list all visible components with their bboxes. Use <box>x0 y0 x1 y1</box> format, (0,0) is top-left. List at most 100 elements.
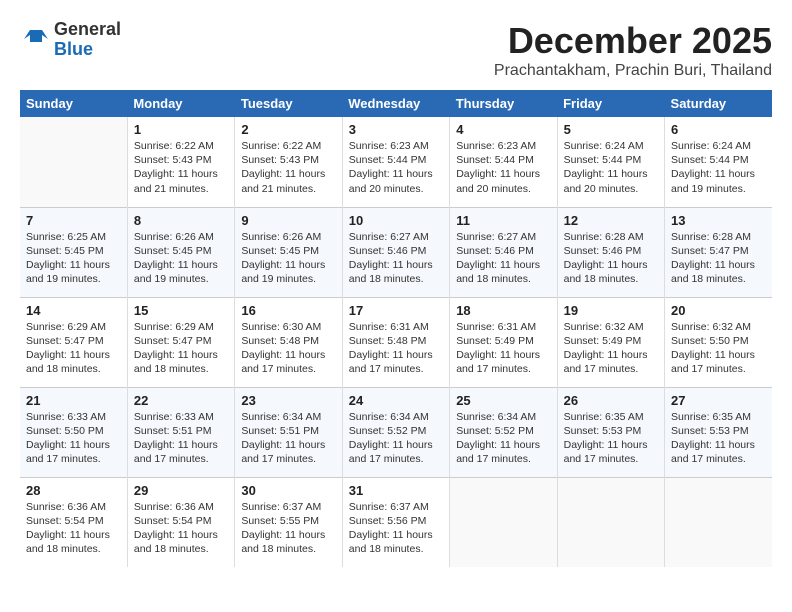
calendar-cell <box>557 477 664 567</box>
cell-info: Sunrise: 6:24 AM Sunset: 5:44 PM Dayligh… <box>564 139 658 196</box>
calendar-week-1: 1 Sunrise: 6:22 AM Sunset: 5:43 PM Daylig… <box>20 117 772 207</box>
calendar-cell: 5Sunrise: 6:24 AM Sunset: 5:44 PM Daylig… <box>557 117 664 207</box>
calendar-cell: 20 Sunrise: 6:32 AM Sunset: 5:50 PM Dayli… <box>665 297 772 387</box>
day-number: 21 <box>26 393 121 408</box>
cell-info: Sunrise: 6:23 AM Sunset: 5:44 PM Dayligh… <box>349 139 443 196</box>
cell-info: Sunrise: 6:26 AM Sunset: 5:45 PM Dayligh… <box>241 230 335 287</box>
header-friday: Friday <box>557 90 664 117</box>
day-number: 6 <box>671 122 766 137</box>
cell-info: Sunrise: 6:33 AM Sunset: 5:51 PM Dayligh… <box>134 410 228 467</box>
cell-info: Sunrise: 6:32 AM Sunset: 5:50 PM Dayligh… <box>671 320 766 377</box>
calendar-cell: 14 Sunrise: 6:29 AM Sunset: 5:47 PM Dayli… <box>20 297 127 387</box>
cell-info: Sunrise: 6:28 AM Sunset: 5:46 PM Dayligh… <box>564 230 658 287</box>
calendar-cell: 28 Sunrise: 6:36 AM Sunset: 5:54 PM Dayli… <box>20 477 127 567</box>
day-number: 13 <box>671 213 766 228</box>
day-number: 28 <box>26 483 121 498</box>
header-wednesday: Wednesday <box>342 90 449 117</box>
day-number: 23 <box>241 393 335 408</box>
cell-info: Sunrise: 6:31 AM Sunset: 5:48 PM Dayligh… <box>349 320 443 377</box>
page-header: General Blue December 2025 Prachantakham… <box>20 20 772 80</box>
cell-info: Sunrise: 6:22 AM Sunset: 5:43 PM Dayligh… <box>134 139 228 196</box>
cell-info: Sunrise: 6:34 AM Sunset: 5:51 PM Dayligh… <box>241 410 335 467</box>
day-number: 31 <box>349 483 443 498</box>
calendar-cell: 19Sunrise: 6:32 AM Sunset: 5:49 PM Dayli… <box>557 297 664 387</box>
calendar-cell: 25 Sunrise: 6:34 AM Sunset: 5:52 PM Dayli… <box>450 387 557 477</box>
calendar-cell <box>665 477 772 567</box>
cell-info: Sunrise: 6:27 AM Sunset: 5:46 PM Dayligh… <box>349 230 443 287</box>
calendar-cell <box>450 477 557 567</box>
day-number: 25 <box>456 393 550 408</box>
location-title: Prachantakham, Prachin Buri, Thailand <box>494 62 772 80</box>
day-number: 16 <box>241 303 335 318</box>
calendar-cell: 4Sunrise: 6:23 AM Sunset: 5:44 PM Daylig… <box>450 117 557 207</box>
calendar-cell: 18 Sunrise: 6:31 AM Sunset: 5:49 PM Dayli… <box>450 297 557 387</box>
calendar-cell: 12 Sunrise: 6:28 AM Sunset: 5:46 PM Dayli… <box>557 207 664 297</box>
calendar-week-3: 14 Sunrise: 6:29 AM Sunset: 5:47 PM Dayli… <box>20 297 772 387</box>
day-number: 1 <box>134 122 228 137</box>
header-sunday: Sunday <box>20 90 127 117</box>
title-block: December 2025 Prachantakham, Prachin Bur… <box>494 20 772 80</box>
cell-info: Sunrise: 6:35 AM Sunset: 5:53 PM Dayligh… <box>564 410 658 467</box>
cell-info: Sunrise: 6:24 AM Sunset: 5:44 PM Dayligh… <box>671 139 766 196</box>
month-title: December 2025 <box>494 20 772 62</box>
calendar-cell: 27Sunrise: 6:35 AM Sunset: 5:53 PM Dayli… <box>665 387 772 477</box>
day-number: 10 <box>349 213 443 228</box>
day-number: 8 <box>134 213 228 228</box>
calendar-header-row: SundayMondayTuesdayWednesdayThursdayFrid… <box>20 90 772 117</box>
calendar-week-5: 28 Sunrise: 6:36 AM Sunset: 5:54 PM Dayli… <box>20 477 772 567</box>
logo: General Blue <box>20 20 121 60</box>
calendar-cell: 6 Sunrise: 6:24 AM Sunset: 5:44 PM Daylig… <box>665 117 772 207</box>
calendar-cell: 17Sunrise: 6:31 AM Sunset: 5:48 PM Dayli… <box>342 297 449 387</box>
calendar-cell: 13 Sunrise: 6:28 AM Sunset: 5:47 PM Dayli… <box>665 207 772 297</box>
calendar-cell: 15Sunrise: 6:29 AM Sunset: 5:47 PM Dayli… <box>127 297 234 387</box>
calendar-cell: 10 Sunrise: 6:27 AM Sunset: 5:46 PM Dayli… <box>342 207 449 297</box>
cell-info: Sunrise: 6:37 AM Sunset: 5:55 PM Dayligh… <box>241 500 335 557</box>
calendar-cell: 23 Sunrise: 6:34 AM Sunset: 5:51 PM Dayli… <box>235 387 342 477</box>
cell-info: Sunrise: 6:26 AM Sunset: 5:45 PM Dayligh… <box>134 230 228 287</box>
header-monday: Monday <box>127 90 234 117</box>
day-number: 18 <box>456 303 550 318</box>
calendar-cell: 29 Sunrise: 6:36 AM Sunset: 5:54 PM Dayli… <box>127 477 234 567</box>
cell-info: Sunrise: 6:22 AM Sunset: 5:43 PM Dayligh… <box>241 139 335 196</box>
day-number: 4 <box>456 122 550 137</box>
cell-info: Sunrise: 6:34 AM Sunset: 5:52 PM Dayligh… <box>349 410 443 467</box>
cell-info: Sunrise: 6:35 AM Sunset: 5:53 PM Dayligh… <box>671 410 766 467</box>
cell-info: Sunrise: 6:33 AM Sunset: 5:50 PM Dayligh… <box>26 410 121 467</box>
calendar-cell: 8 Sunrise: 6:26 AM Sunset: 5:45 PM Daylig… <box>127 207 234 297</box>
calendar-cell: 1 Sunrise: 6:22 AM Sunset: 5:43 PM Daylig… <box>127 117 234 207</box>
cell-info: Sunrise: 6:27 AM Sunset: 5:46 PM Dayligh… <box>456 230 550 287</box>
header-saturday: Saturday <box>665 90 772 117</box>
day-number: 14 <box>26 303 121 318</box>
calendar-cell: 11Sunrise: 6:27 AM Sunset: 5:46 PM Dayli… <box>450 207 557 297</box>
cell-info: Sunrise: 6:32 AM Sunset: 5:49 PM Dayligh… <box>564 320 658 377</box>
calendar-week-2: 7 Sunrise: 6:25 AM Sunset: 5:45 PM Daylig… <box>20 207 772 297</box>
day-number: 29 <box>134 483 228 498</box>
day-number: 12 <box>564 213 658 228</box>
day-number: 7 <box>26 213 121 228</box>
cell-info: Sunrise: 6:34 AM Sunset: 5:52 PM Dayligh… <box>456 410 550 467</box>
day-number: 22 <box>134 393 228 408</box>
cell-info: Sunrise: 6:25 AM Sunset: 5:45 PM Dayligh… <box>26 230 121 287</box>
calendar-cell: 3 Sunrise: 6:23 AM Sunset: 5:44 PM Daylig… <box>342 117 449 207</box>
calendar-cell: 22 Sunrise: 6:33 AM Sunset: 5:51 PM Dayli… <box>127 387 234 477</box>
logo-blue-text: Blue <box>54 40 121 60</box>
calendar-week-4: 21 Sunrise: 6:33 AM Sunset: 5:50 PM Dayli… <box>20 387 772 477</box>
cell-info: Sunrise: 6:37 AM Sunset: 5:56 PM Dayligh… <box>349 500 443 557</box>
calendar-cell: 2Sunrise: 6:22 AM Sunset: 5:43 PM Daylig… <box>235 117 342 207</box>
day-number: 20 <box>671 303 766 318</box>
calendar-cell: 16 Sunrise: 6:30 AM Sunset: 5:48 PM Dayli… <box>235 297 342 387</box>
cell-info: Sunrise: 6:30 AM Sunset: 5:48 PM Dayligh… <box>241 320 335 377</box>
day-number: 26 <box>564 393 658 408</box>
calendar-cell: 9Sunrise: 6:26 AM Sunset: 5:45 PM Daylig… <box>235 207 342 297</box>
cell-info: Sunrise: 6:31 AM Sunset: 5:49 PM Dayligh… <box>456 320 550 377</box>
cell-info: Sunrise: 6:36 AM Sunset: 5:54 PM Dayligh… <box>26 500 121 557</box>
cell-info: Sunrise: 6:28 AM Sunset: 5:47 PM Dayligh… <box>671 230 766 287</box>
cell-info: Sunrise: 6:36 AM Sunset: 5:54 PM Dayligh… <box>134 500 228 557</box>
calendar-cell: 24Sunrise: 6:34 AM Sunset: 5:52 PM Dayli… <box>342 387 449 477</box>
day-number: 30 <box>241 483 335 498</box>
calendar-cell: 31 Sunrise: 6:37 AM Sunset: 5:56 PM Dayli… <box>342 477 449 567</box>
calendar-cell: 21 Sunrise: 6:33 AM Sunset: 5:50 PM Dayli… <box>20 387 127 477</box>
calendar-cell: 7 Sunrise: 6:25 AM Sunset: 5:45 PM Daylig… <box>20 207 127 297</box>
cell-info: Sunrise: 6:29 AM Sunset: 5:47 PM Dayligh… <box>26 320 121 377</box>
day-number: 3 <box>349 122 443 137</box>
